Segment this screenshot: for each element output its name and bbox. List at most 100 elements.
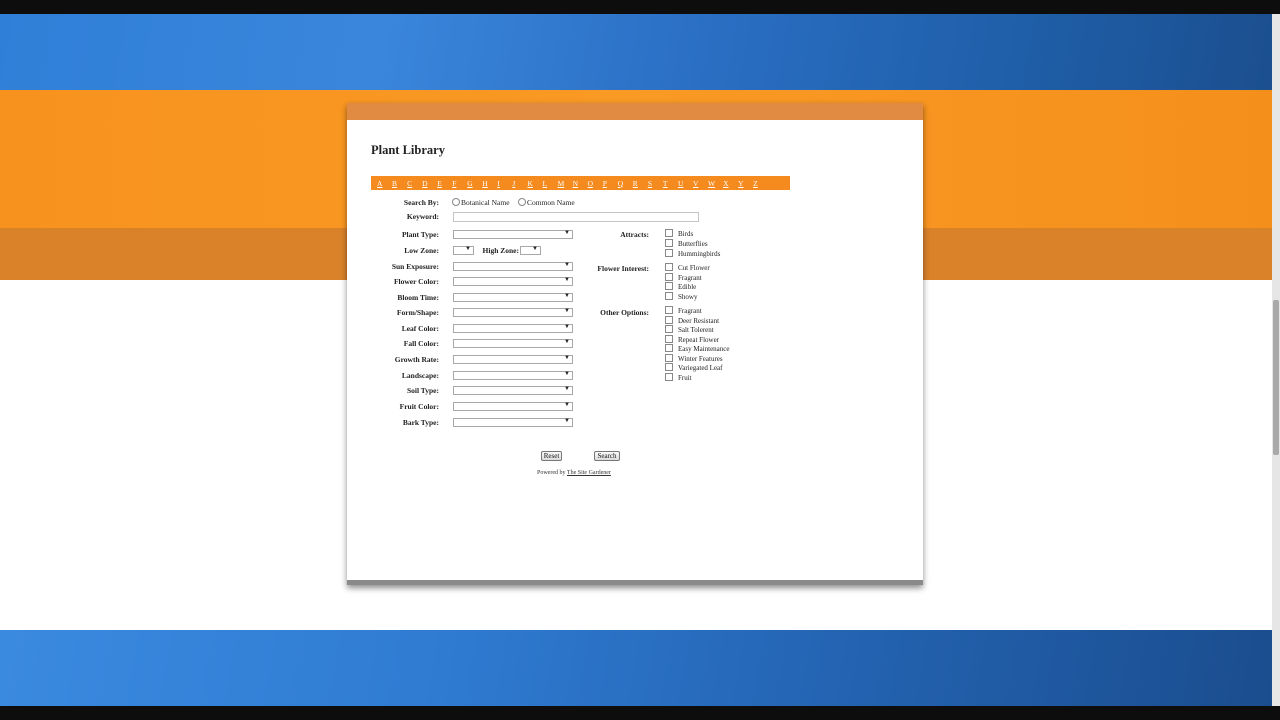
repeat-flower-label: Repeat Flower	[678, 336, 720, 344]
chevron-down-icon: ▼	[564, 324, 570, 330]
fruit-checkbox[interactable]	[665, 373, 673, 381]
letter-link-d[interactable]: D	[422, 179, 437, 188]
salt-tolerent-label: Salt Tolerent	[678, 326, 714, 334]
bark-type-select[interactable]: ▼	[453, 418, 573, 427]
letter-link-t[interactable]: T	[663, 179, 678, 188]
bottom-black-bar	[0, 706, 1280, 720]
site-gardener-link[interactable]: The Site Gardener	[567, 470, 611, 476]
header-blue-banner	[0, 14, 1272, 90]
winter-features-checkbox[interactable]	[665, 354, 673, 362]
deer-resistant-checkbox[interactable]	[665, 316, 673, 324]
attracts-butterflies-label: Butterflies	[678, 240, 708, 248]
other-fragrant-label: Fragrant	[678, 307, 702, 315]
chevron-down-icon: ▼	[465, 246, 471, 252]
landscape-label: Landscape:	[401, 371, 439, 380]
fruit-label: Fruit	[678, 374, 692, 382]
sun-exposure-label: Sun Exposure:	[391, 262, 439, 271]
cut-flower-checkbox[interactable]	[665, 263, 673, 271]
landscape-select[interactable]: ▼	[453, 371, 573, 380]
letter-link-q[interactable]: Q	[618, 179, 633, 188]
footer-blue-banner	[0, 630, 1272, 706]
letter-link-m[interactable]: M	[558, 179, 573, 188]
letter-link-w[interactable]: W	[708, 179, 723, 188]
attracts-label: Attracts:	[620, 230, 649, 239]
fall-color-select[interactable]: ▼	[453, 339, 573, 348]
letter-link-y[interactable]: Y	[738, 179, 753, 188]
panel-top-strip	[347, 103, 923, 120]
common-name-label: Common Name	[527, 198, 575, 207]
chevron-down-icon: ▼	[564, 308, 570, 314]
fall-color-label: Fall Color:	[403, 339, 439, 348]
keyword-input[interactable]	[453, 212, 699, 222]
panel-bottom-strip	[347, 580, 923, 585]
attracts-hummingbirds-checkbox[interactable]	[665, 249, 673, 257]
high-zone-select[interactable]: ▼	[520, 246, 541, 255]
chevron-down-icon: ▼	[564, 418, 570, 424]
common-name-radio[interactable]	[518, 198, 526, 206]
easy-maintenance-label: Easy Maintenance	[678, 345, 730, 353]
easy-maintenance-checkbox[interactable]	[665, 344, 673, 352]
chevron-down-icon: ▼	[564, 355, 570, 361]
letter-link-n[interactable]: N	[573, 179, 588, 188]
variegated-leaf-checkbox[interactable]	[665, 363, 673, 371]
botanical-name-radio[interactable]	[452, 198, 460, 206]
low-zone-select[interactable]: ▼	[453, 246, 474, 255]
reset-button[interactable]: Reset	[541, 451, 562, 461]
letter-link-f[interactable]: F	[452, 179, 467, 188]
flower-interest-label: Flower Interest:	[597, 264, 649, 273]
letter-link-o[interactable]: O	[588, 179, 603, 188]
letter-link-c[interactable]: C	[407, 179, 422, 188]
deer-resistant-label: Deer Resistant	[678, 317, 720, 325]
chevron-down-icon: ▼	[564, 402, 570, 408]
other-fragrant-checkbox[interactable]	[665, 306, 673, 314]
letter-link-u[interactable]: U	[678, 179, 693, 188]
letter-link-j[interactable]: J	[512, 179, 527, 188]
letter-link-x[interactable]: X	[723, 179, 738, 188]
search-by-label: Search By:	[403, 198, 439, 207]
soil-type-select[interactable]: ▼	[453, 386, 573, 395]
sun-exposure-select[interactable]: ▼	[453, 262, 573, 271]
repeat-flower-checkbox[interactable]	[665, 335, 673, 343]
showy-label: Showy	[678, 293, 698, 301]
bloom-time-select[interactable]: ▼	[453, 293, 573, 302]
search-button[interactable]: Search	[594, 451, 620, 461]
letter-link-s[interactable]: S	[648, 179, 663, 188]
botanical-name-label: Botanical Name	[461, 198, 510, 207]
chevron-down-icon: ▼	[564, 339, 570, 345]
letter-link-b[interactable]: B	[392, 179, 407, 188]
letter-link-v[interactable]: V	[693, 179, 708, 188]
fragrant-flower-checkbox[interactable]	[665, 273, 673, 281]
letter-link-r[interactable]: R	[633, 179, 648, 188]
letter-link-g[interactable]: G	[467, 179, 482, 188]
fragrant-flower-label: Fragrant	[678, 274, 702, 282]
plant-library-panel: Plant Library ABCDEFGHIJKLMNOPQRSTUVWXYZ…	[347, 103, 923, 585]
letter-link-z[interactable]: Z	[753, 179, 768, 188]
soil-type-label: Soil Type:	[406, 386, 439, 395]
plant-type-select[interactable]: ▼	[453, 230, 573, 239]
bark-type-label: Bark Type:	[402, 418, 439, 427]
chevron-down-icon: ▼	[564, 262, 570, 268]
powered-by-label: Powered by	[537, 470, 566, 476]
letter-link-k[interactable]: K	[527, 179, 542, 188]
fruit-color-select[interactable]: ▼	[453, 402, 573, 411]
flower-color-select[interactable]: ▼	[453, 277, 573, 286]
growth-rate-label: Growth Rate:	[394, 355, 439, 364]
leaf-color-label: Leaf Color:	[401, 324, 439, 333]
growth-rate-select[interactable]: ▼	[453, 355, 573, 364]
letter-link-i[interactable]: I	[497, 179, 512, 188]
form-shape-select[interactable]: ▼	[453, 308, 573, 317]
chevron-down-icon: ▼	[564, 386, 570, 392]
letter-link-e[interactable]: E	[437, 179, 452, 188]
cut-flower-label: Cut Flower	[678, 264, 710, 272]
leaf-color-select[interactable]: ▼	[453, 324, 573, 333]
letter-link-l[interactable]: L	[543, 179, 558, 188]
letter-link-h[interactable]: H	[482, 179, 497, 188]
attracts-birds-checkbox[interactable]	[665, 229, 673, 237]
showy-checkbox[interactable]	[665, 292, 673, 300]
attracts-butterflies-checkbox[interactable]	[665, 239, 673, 247]
scrollbar-thumb[interactable]	[1273, 300, 1279, 455]
edible-checkbox[interactable]	[665, 282, 673, 290]
salt-tolerent-checkbox[interactable]	[665, 325, 673, 333]
letter-link-a[interactable]: A	[377, 179, 392, 188]
letter-link-p[interactable]: P	[603, 179, 618, 188]
